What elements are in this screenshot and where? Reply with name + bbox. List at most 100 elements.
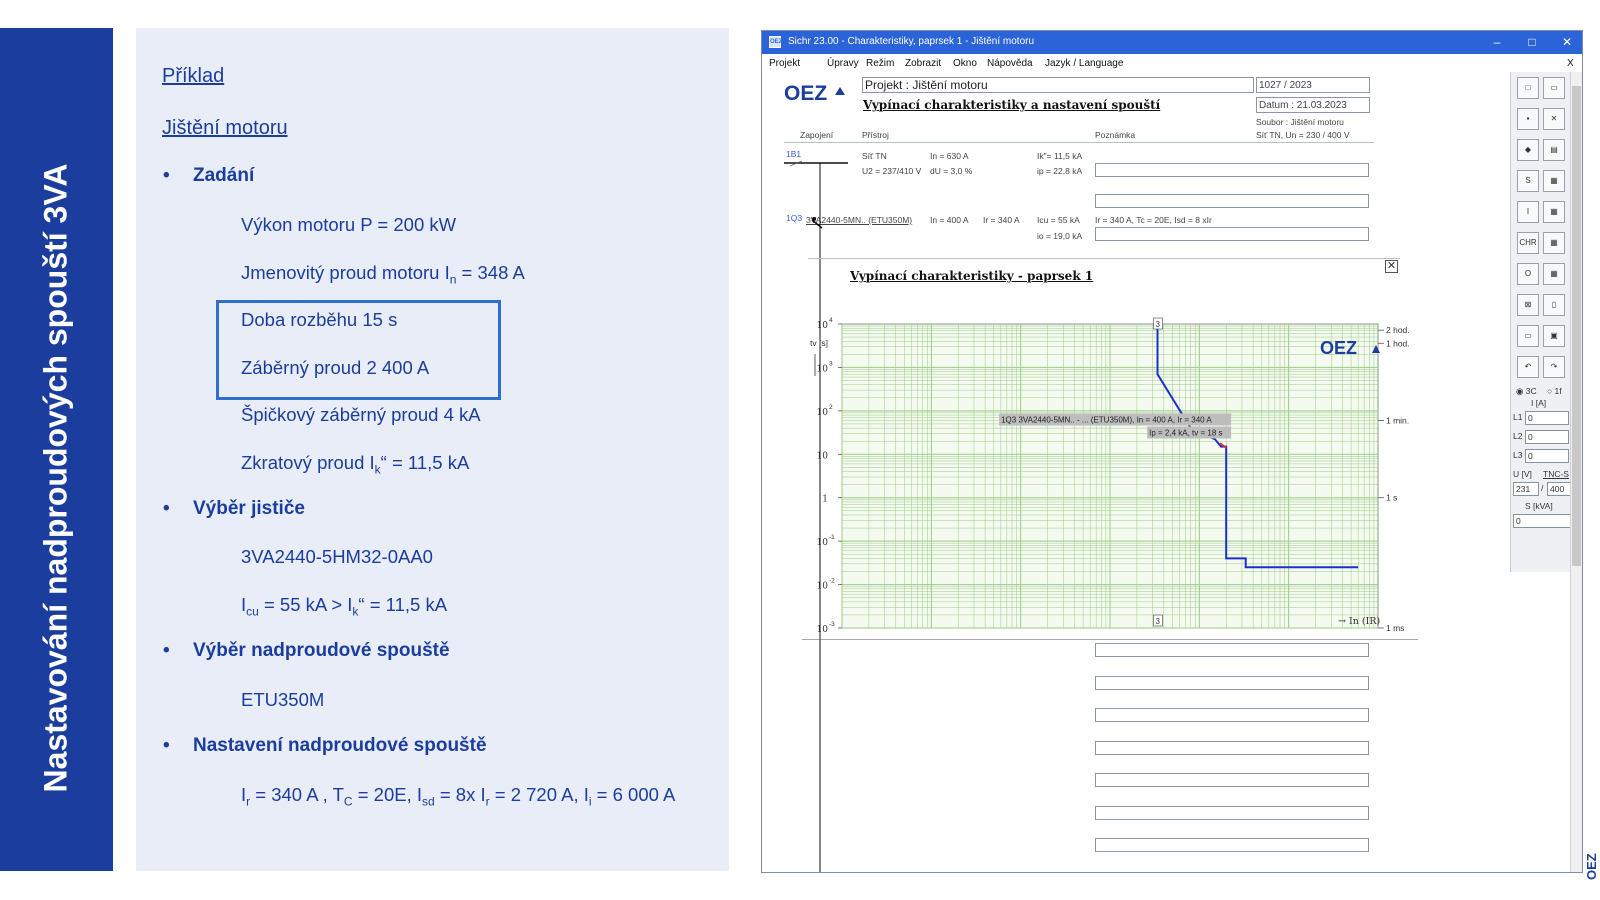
- export-icon[interactable]: ▣: [1543, 325, 1565, 347]
- row1-note-field[interactable]: [1095, 163, 1369, 177]
- y-tick-label: 10: [817, 538, 829, 548]
- note-field[interactable]: [1095, 806, 1369, 820]
- o-icon[interactable]: O: [1517, 263, 1539, 285]
- section-assignment: • Zadání: [163, 165, 255, 186]
- y-tick-exponent: -3: [829, 621, 835, 628]
- note-field[interactable]: [1095, 676, 1369, 690]
- i-icon[interactable]: I: [1517, 201, 1539, 223]
- y-tick-label: 10: [817, 625, 829, 635]
- y-tick-exponent: -1: [829, 534, 835, 541]
- header-connection: Zapojení: [800, 130, 834, 140]
- menu-edit[interactable]: Úpravy: [827, 58, 859, 69]
- voltage-line-input[interactable]: 400: [1547, 482, 1571, 496]
- x-axis-label: → In (IR): [1338, 616, 1380, 627]
- fuse-icon[interactable]: ▯: [1543, 294, 1565, 316]
- header-device: Přístroj: [862, 130, 889, 140]
- y-tick-label: 10: [817, 451, 829, 461]
- open-icon[interactable]: ▭: [1543, 77, 1565, 99]
- print-icon[interactable]: ▤: [1543, 139, 1565, 161]
- maximize-button[interactable]: □: [1517, 34, 1547, 51]
- undo-icon[interactable]: ↶: [1517, 356, 1539, 378]
- section-heading: Nastavení nadproudové spouště: [193, 735, 487, 756]
- example-label: Příklad: [162, 65, 225, 87]
- table-chr-icon[interactable]: ▦: [1543, 232, 1565, 254]
- note-field[interactable]: [1095, 708, 1369, 722]
- svg-text:OEZ: OEZ: [1584, 853, 1599, 880]
- window-title: Sichr 23.00 - Charakteristiky, paprsek 1…: [788, 36, 1035, 47]
- y-tick-exponent: 2: [829, 404, 833, 411]
- save-icon[interactable]: ▪: [1517, 108, 1539, 130]
- vertical-scrollbar[interactable]: [1570, 72, 1582, 872]
- chr-icon[interactable]: CHR: [1517, 232, 1539, 254]
- table-i-icon[interactable]: ▦: [1543, 201, 1565, 223]
- menu-view[interactable]: Zobrazit: [905, 58, 941, 69]
- file-label: Soubor : Jištění motoru: [1256, 117, 1344, 127]
- doc-title: Vypínací charakteristiky a nastavení spo…: [863, 98, 1161, 112]
- library-icon[interactable]: ◆: [1517, 139, 1539, 161]
- motor-power: Výkon motoru P = 200 kW: [241, 214, 457, 235]
- note-field[interactable]: [1095, 741, 1369, 755]
- y-tick-label: 10: [817, 582, 829, 592]
- chart-close-icon[interactable]: ✕: [1385, 260, 1398, 273]
- project-name: Projekt : Jištění motoru: [865, 78, 988, 92]
- document-area: OEZ Projekt : Jištění motoru Vypínací ch…: [762, 72, 1512, 872]
- row2-note-field[interactable]: [1095, 227, 1369, 241]
- project-date: Datum : 21.03.2023: [1259, 100, 1347, 111]
- oez-brand-logo: OEZ: [1584, 853, 1599, 880]
- right-time-label: 1 ms: [1386, 623, 1404, 633]
- row1-note-field-2[interactable]: [1095, 194, 1369, 208]
- note-field[interactable]: [1095, 838, 1369, 852]
- network-type-label: TNC-S: [1543, 469, 1569, 479]
- list-icon[interactable]: ▭: [1517, 325, 1539, 347]
- app-icon: OEZ: [769, 36, 782, 48]
- menu-help[interactable]: Nápověda: [987, 58, 1033, 69]
- row2-ir: Ir = 340 A: [983, 215, 1020, 225]
- slide-title: Nastavování nadproudových spouští 3VA: [37, 163, 74, 793]
- table-s-icon[interactable]: ▦: [1543, 170, 1565, 192]
- l3-input[interactable]: 0: [1525, 449, 1569, 463]
- menu-mode[interactable]: Režim: [866, 58, 894, 69]
- voltage-separator: /: [1541, 483, 1544, 493]
- l1-label: L1: [1513, 412, 1523, 422]
- chart-oez-logo: OEZ: [1320, 338, 1357, 358]
- section-release: • Výběr nadproudové spouště: [163, 640, 450, 661]
- section-settings: • Nastavení nadproudové spouště: [163, 735, 487, 756]
- phase-3c-radio[interactable]: ◉ 3C: [1516, 386, 1537, 397]
- close-button[interactable]: ✕: [1552, 34, 1582, 51]
- note-field[interactable]: [1095, 643, 1369, 657]
- row2-io: io = 19,0 kA: [1037, 231, 1083, 241]
- y-tick-exponent: 4: [829, 317, 833, 324]
- menu-language[interactable]: Jazyk / Language: [1045, 58, 1123, 69]
- release-type: ETU350M: [241, 689, 325, 710]
- l2-input[interactable]: 0: [1525, 430, 1569, 444]
- voltage-label: U [V]: [1513, 469, 1532, 479]
- topic-label: Jištění motoru: [162, 117, 288, 139]
- right-time-label: 1 min.: [1386, 415, 1409, 425]
- row1-du: dU = 3,0 %: [930, 166, 973, 176]
- new-icon[interactable]: □: [1517, 77, 1539, 99]
- minimize-button[interactable]: –: [1482, 34, 1512, 51]
- chart-title: Vypínací charakteristiky - paprsek 1: [850, 269, 1094, 283]
- logo-triangle-icon: [835, 87, 845, 95]
- menu-project[interactable]: Projekt: [769, 58, 800, 69]
- y-tick-label: 1: [822, 495, 828, 505]
- power-input[interactable]: 0: [1513, 514, 1571, 528]
- row1-u2: U2 = 237/410 V: [862, 166, 922, 176]
- phase-1f-radio[interactable]: ○ 1f: [1547, 386, 1562, 396]
- icu-check: Icu = 55 kA > Ik“ = 11,5 kA: [241, 594, 448, 619]
- row2-settings: Ir = 340 A, Tc = 20E, Isd = 8 xIr: [1095, 215, 1212, 225]
- menu-window[interactable]: Okno: [953, 58, 977, 69]
- voltage-phase-input[interactable]: 231: [1513, 482, 1539, 496]
- table-o-icon[interactable]: ▦: [1543, 263, 1565, 285]
- section-heading: Zadání: [193, 165, 255, 186]
- redo-icon[interactable]: ↷: [1543, 356, 1565, 378]
- right-time-label: 2 hod.: [1386, 325, 1410, 335]
- l1-input[interactable]: 0: [1525, 411, 1569, 425]
- title-bar: OEZ Sichr 23.00 - Charakteristiky, paprs…: [762, 31, 1582, 54]
- note-field[interactable]: [1095, 773, 1369, 787]
- s-icon[interactable]: S: [1517, 170, 1539, 192]
- oez-logo: OEZ: [784, 82, 828, 105]
- delete-icon[interactable]: ✕: [1543, 108, 1565, 130]
- network-icon[interactable]: ⊠: [1517, 294, 1539, 316]
- doc-close-button[interactable]: X: [1567, 58, 1574, 69]
